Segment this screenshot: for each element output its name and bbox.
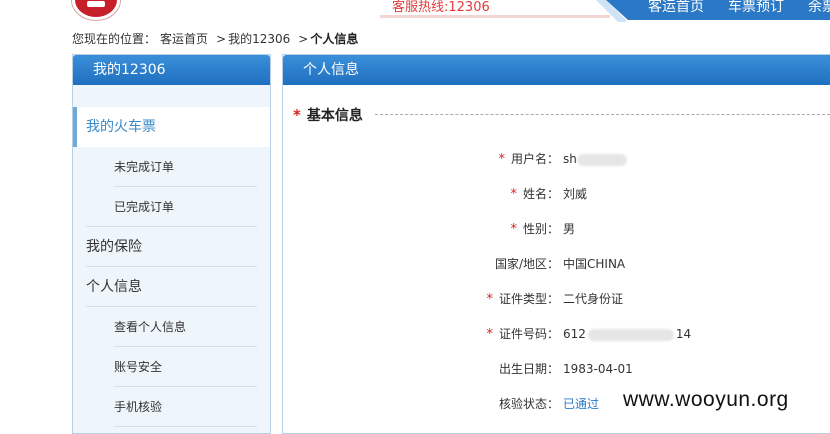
redaction-blur: [587, 328, 674, 341]
sidebar-item-label: 手机核验: [114, 400, 163, 414]
country-value: 中国CHINA: [563, 257, 626, 271]
sidebar-item-label: 未完成订单: [114, 160, 175, 174]
field-id-type: * 证件类型： 二代身份证: [283, 289, 830, 309]
nav-item-booking[interactable]: 车票预订: [728, 0, 784, 18]
field-label: 国家/地区：: [494, 257, 559, 271]
required-mark: *: [498, 152, 505, 167]
nav-item-remaining[interactable]: 余票: [808, 0, 830, 18]
breadcrumb-prefix: 您现在的位置：: [72, 32, 157, 46]
top-header: 客服热线:12306 客运首页 车票预订 余票: [0, 0, 830, 22]
field-label: 姓名：: [522, 187, 559, 201]
gender-value: 男: [563, 222, 576, 236]
sidebar-item-phone-verify[interactable]: 手机核验: [73, 387, 270, 427]
sidebar-item-my-tickets[interactable]: 我的火车票: [73, 107, 270, 147]
breadcrumb-link-my12306[interactable]: 我的12306: [228, 32, 290, 46]
field-country: 国家/地区： 中国CHINA: [283, 254, 830, 274]
field-label: 证件号码：: [498, 327, 559, 341]
personal-info-panel: 个人信息 * 基本信息 * 用户名： sh * 姓名： 刘威 * 性别： 男 国家/地区…: [282, 54, 830, 434]
field-gender: * 性别： 男: [283, 219, 830, 239]
breadcrumb-link-home[interactable]: 客运首页: [160, 32, 208, 46]
sidebar-item-account-security[interactable]: 账号安全: [73, 347, 270, 387]
field-label: 核验状态：: [498, 397, 559, 411]
sidebar-item-personal-info[interactable]: 个人信息: [73, 267, 270, 307]
sidebar-item-label: 我的保险: [86, 239, 142, 255]
birth-date-value: 1983-04-01: [563, 362, 633, 376]
required-mark: *: [510, 222, 517, 237]
username-value: sh: [563, 152, 577, 166]
field-username: * 用户名： sh: [283, 149, 830, 169]
breadcrumb-separator: >: [216, 32, 227, 46]
field-label: 用户名：: [510, 152, 559, 166]
field-id-number: * 证件号码： 612 14: [283, 324, 830, 344]
section-title: * 基本信息: [293, 106, 363, 124]
sidebar-item-label: 个人信息: [86, 279, 142, 295]
breadcrumb: 您现在的位置： 客运首页 > 我的12306 > 个人信息: [72, 31, 362, 47]
id-number-start: 612: [563, 327, 586, 341]
sidebar-item-label: 已完成订单: [114, 200, 175, 214]
required-mark: *: [486, 327, 493, 342]
field-label: 性别：: [522, 222, 559, 236]
sidebar-item-label: 我的火车票: [86, 119, 156, 135]
panel-title: 个人信息: [283, 55, 830, 85]
top-nav: [606, 0, 830, 20]
breadcrumb-current: 个人信息: [310, 32, 359, 46]
required-mark: *: [486, 292, 493, 307]
sidebar-item-insurance[interactable]: 我的保险: [73, 227, 270, 267]
field-label: 出生日期：: [498, 362, 559, 376]
sidebar-item-label: 账号安全: [114, 360, 163, 374]
logo-icon[interactable]: [72, 0, 120, 20]
section-divider: [375, 114, 830, 115]
sidebar-item-unfinished-orders[interactable]: 未完成订单: [73, 147, 270, 187]
id-number-end: 14: [675, 327, 692, 341]
field-name: * 姓名： 刘威: [283, 184, 830, 204]
redaction-blur: [576, 153, 627, 166]
sidebar-item-label: 查看个人信息: [114, 320, 187, 334]
required-mark: *: [510, 187, 517, 202]
required-mark: *: [293, 106, 301, 124]
sidebar-item-view-personal-info[interactable]: 查看个人信息: [73, 307, 270, 347]
sidebar-title: 我的12306: [73, 55, 270, 85]
watermark-text: www.wooyun.org: [623, 388, 789, 412]
breadcrumb-separator: >: [298, 32, 309, 46]
id-type-value: 二代身份证: [563, 292, 624, 306]
field-label: 证件类型：: [498, 292, 559, 306]
verify-status-link[interactable]: 已通过: [563, 394, 599, 414]
hotline-text: 客服热线:12306: [392, 0, 490, 15]
sidebar-item-completed-orders[interactable]: 已完成订单: [73, 187, 270, 227]
sidebar: 我的12306 我的火车票 未完成订单 已完成订单 我的保险 个人信息 查看个人…: [72, 54, 271, 434]
field-birth-date: 出生日期： 1983-04-01: [283, 359, 830, 379]
name-value: 刘威: [563, 187, 588, 201]
nav-item-home[interactable]: 客运首页: [648, 0, 704, 18]
